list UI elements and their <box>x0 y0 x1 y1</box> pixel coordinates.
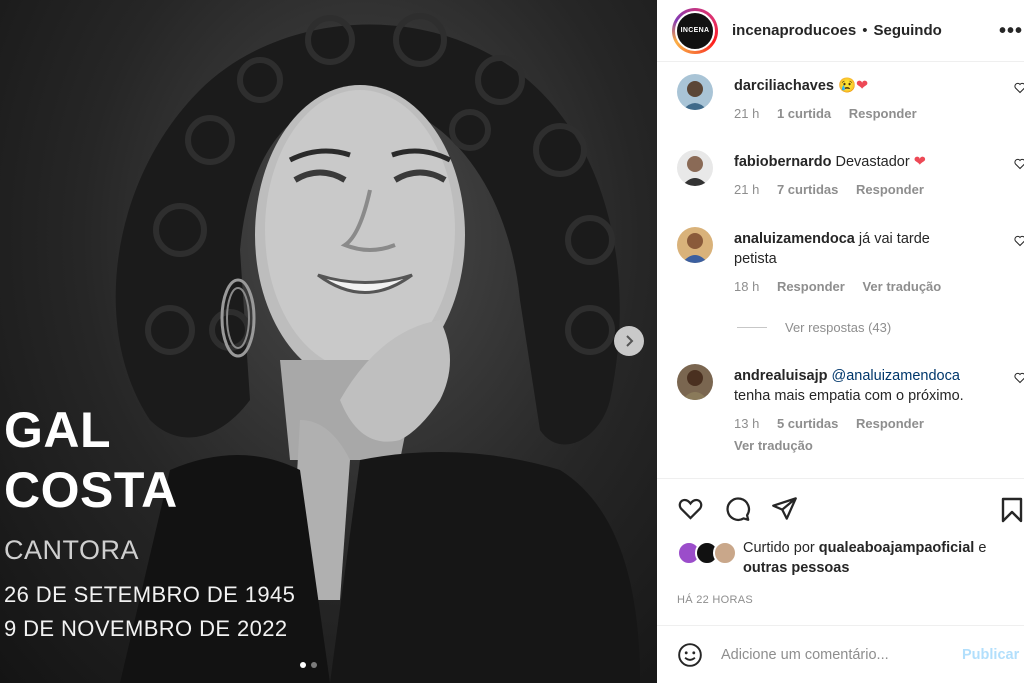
replies-divider <box>737 327 767 328</box>
artist-name-line2: COSTA <box>4 462 178 518</box>
carousel-indicator <box>300 662 317 668</box>
comment-like-icon[interactable] <box>1014 158 1024 170</box>
comment-likes[interactable]: 1 curtida <box>777 106 831 121</box>
author-avatar[interactable]: INCENA <box>672 7 718 54</box>
post-header: INCENA incenaproducoes • Seguindo ••• <box>657 0 1024 62</box>
chevron-right-icon <box>626 335 634 347</box>
comment-username[interactable]: darciliachaves <box>734 78 834 94</box>
comment-meta: 18 h Responder Ver tradução <box>734 277 959 297</box>
liked-by-user-link[interactable]: qualeaboajampaoficial <box>819 540 975 556</box>
comment-icon[interactable] <box>724 495 751 522</box>
liked-by-prefix: Curtido por <box>743 540 815 556</box>
carousel-dot-1 <box>300 662 306 668</box>
share-icon[interactable] <box>771 495 798 522</box>
comment-meta: 21 h 7 curtidas Responder <box>734 180 1004 200</box>
comment-like-icon[interactable] <box>1014 235 1024 247</box>
publish-button[interactable]: Publicar <box>962 647 1019 663</box>
artist-name-line1: GAL <box>4 402 112 458</box>
comment-meta: 13 h 5 curtidas Responder Ver tradução <box>734 414 999 456</box>
liked-by-others-link[interactable]: outras pessoas <box>743 560 849 576</box>
post-side-panel: INCENA incenaproducoes • Seguindo ••• da… <box>657 0 1024 683</box>
comment-likes[interactable]: 5 curtidas <box>777 416 838 431</box>
view-replies-link[interactable]: Ver respostas (43) <box>737 320 891 335</box>
more-options-icon[interactable]: ••• <box>999 20 1023 43</box>
bookmark-icon[interactable] <box>1001 497 1023 523</box>
comment-reply-button[interactable]: Responder <box>856 416 924 431</box>
comment-username[interactable]: analuizamendoca <box>734 231 855 247</box>
carousel-dot-2 <box>311 662 317 668</box>
comment-translate-link[interactable]: Ver tradução <box>862 279 941 294</box>
commenter-avatar[interactable] <box>677 364 713 400</box>
comment-like-icon[interactable] <box>1014 82 1024 94</box>
post-actions: Curtido por qualeaboajampaoficial e outr… <box>657 478 1024 683</box>
comment-like-icon[interactable] <box>1014 372 1024 384</box>
birth-date: 26 DE SETEMBRO DE 1945 <box>4 582 296 607</box>
follow-status-button[interactable]: Seguindo <box>873 22 941 39</box>
heart-icon[interactable] <box>677 495 704 522</box>
comment-emoji: 😢❤ <box>838 78 869 94</box>
comment-time: 21 h <box>734 106 760 121</box>
comment-text: Devastador <box>835 154 910 170</box>
liker-avatar <box>713 541 737 565</box>
comment-reply-button[interactable]: Responder <box>777 279 845 294</box>
post-timestamp[interactable]: HÁ 22 HORAS <box>677 594 753 606</box>
commenter-avatar[interactable] <box>677 227 713 263</box>
death-date: 9 DE NOVEMBRO DE 2022 <box>4 616 288 641</box>
comment-input[interactable] <box>721 647 956 663</box>
comment-likes[interactable]: 7 curtidas <box>777 182 838 197</box>
liked-by-connector: e <box>978 540 987 556</box>
carousel-next-button[interactable] <box>614 326 644 356</box>
comment-reply-button[interactable]: Responder <box>849 106 917 121</box>
header-separator: • <box>862 22 868 39</box>
commenter-avatar[interactable] <box>677 150 713 186</box>
comment-text: tenha mais empatia com o próximo. <box>734 388 964 404</box>
comment-username[interactable]: andrealuisajp <box>734 368 827 384</box>
view-replies-label: Ver respostas (43) <box>785 320 892 335</box>
post-media[interactable]: GAL COSTA CANTORA 26 DE SETEMBRO DE 1945… <box>0 0 657 683</box>
emoji-icon[interactable] <box>677 642 703 668</box>
liked-by-summary: Curtido por qualeaboajampaoficial e outr… <box>677 540 1023 578</box>
comment-translate-link[interactable]: Ver tradução <box>734 438 813 453</box>
comment-time: 18 h <box>734 279 760 294</box>
comment-mention-link[interactable]: @analuizamendoca <box>832 368 960 384</box>
comment-emoji: ❤ <box>913 154 926 170</box>
author-avatar-logo: INCENA <box>675 10 715 51</box>
author-username[interactable]: incenaproducoes <box>732 22 856 39</box>
artist-role: CANTORA <box>4 535 140 565</box>
liked-by-avatars[interactable] <box>677 541 739 565</box>
comment-time: 21 h <box>734 182 760 197</box>
comment-meta: 21 h 1 curtida Responder <box>734 104 1004 124</box>
commenter-avatar[interactable] <box>677 74 713 110</box>
add-comment-bar: Publicar <box>657 625 1024 683</box>
comment-reply-button[interactable]: Responder <box>856 182 924 197</box>
comment-time: 13 h <box>734 416 760 431</box>
comment-username[interactable]: fabiobernardo <box>734 154 831 170</box>
